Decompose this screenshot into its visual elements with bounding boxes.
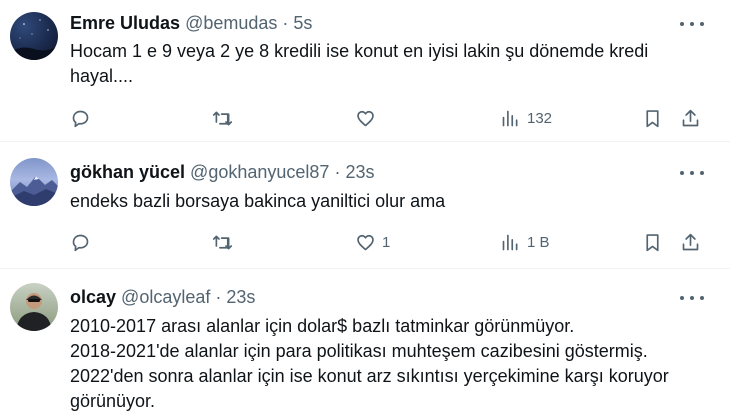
bookmark-icon [646,109,659,127]
timestamp[interactable]: 5s [293,13,312,33]
view-count: 1 B [527,233,550,251]
tweet-header: olcay @olcayleaf · 23s [70,286,255,308]
tweet-header: gökhan yücel @gokhanyucel87 · 23s [70,161,374,183]
timestamp[interactable]: 23s [226,287,255,307]
person-image [16,293,52,331]
views-button[interactable]: 132 [500,105,552,131]
display-name[interactable]: olcay [70,287,116,307]
avatar[interactable] [10,12,58,60]
display-name[interactable]: Emre Uludas [70,13,180,33]
more-icon[interactable] [680,288,704,308]
like-icon [357,110,374,126]
tweet-header: Emre Uludas @bemudas · 5s [70,12,312,34]
user-handle[interactable]: @olcayleaf [121,287,210,307]
tweet-text-line: Hocam 1 e 9 veya 2 ye 8 kredili ise konu… [70,41,649,61]
views-icon [502,110,518,126]
tweet-text-line: hayal.... [70,66,134,86]
display-name[interactable]: gökhan yücel [70,162,185,182]
tweet-3[interactable]: olcay @olcayleaf · 23s 2010-2017 arası a… [0,269,730,420]
timestamp[interactable]: 23s [345,162,374,182]
share-button[interactable] [680,105,701,131]
reply-icon [72,110,89,127]
like-button[interactable]: 1 [355,229,390,255]
separator: · [215,287,222,307]
action-bar: 132 [70,105,720,131]
tweet-text-line: endeks bazli borsaya bakinca yaniltici o… [70,191,446,211]
tweet-1[interactable]: Emre Uludas @bemudas · 5s Hocam 1 e 9 ve… [0,0,730,140]
user-handle[interactable]: @bemudas [185,13,277,33]
retweet-button[interactable] [212,105,233,131]
more-icon[interactable] [680,14,704,34]
like-count: 1 [382,233,391,251]
view-count: 132 [527,109,553,127]
reply-icon [72,234,89,251]
share-icon [682,233,699,250]
action-bar: 1 1 B [70,229,720,255]
tweet-text-line: 2022'den sonra alanlar için ise konut ar… [70,366,669,386]
avatar[interactable] [10,158,58,206]
views-icon [502,234,518,250]
separator: · [334,162,341,182]
tweet-text-line: 2018-2021'de alanlar için para politikas… [70,341,648,361]
tweet-text-line: 2010-2017 arası alanlar için dolar$ bazl… [70,316,575,336]
retweet-icon [212,235,233,249]
share-button[interactable] [680,229,701,255]
mountain-image [10,176,58,206]
retweet-icon [212,111,233,125]
bookmark-button[interactable] [642,105,663,131]
tweet-text: Hocam 1 e 9 veya 2 ye 8 kredili ise konu… [70,39,710,89]
retweet-button[interactable] [212,229,233,255]
like-icon [357,234,374,250]
more-icon[interactable] [680,163,704,183]
bookmark-button[interactable] [642,229,663,255]
night-sky-image [10,19,58,60]
views-button[interactable]: 1 B [500,229,550,255]
separator: · [282,13,289,33]
reply-button[interactable] [70,105,91,131]
share-icon [682,109,699,126]
tweet-text: 2010-2017 arası alanlar için dolar$ bazl… [70,314,710,414]
avatar[interactable] [10,283,58,331]
like-button[interactable] [355,105,382,131]
tweet-text: endeks bazli borsaya bakinca yaniltici o… [70,189,710,214]
tweet-2[interactable]: gökhan yücel @gokhanyucel87 · 23s endeks… [0,142,730,267]
tweet-text-line: görünüyor. [70,391,156,411]
bookmark-icon [646,233,659,251]
reply-button[interactable] [70,229,91,255]
user-handle[interactable]: @gokhanyucel87 [190,162,329,182]
